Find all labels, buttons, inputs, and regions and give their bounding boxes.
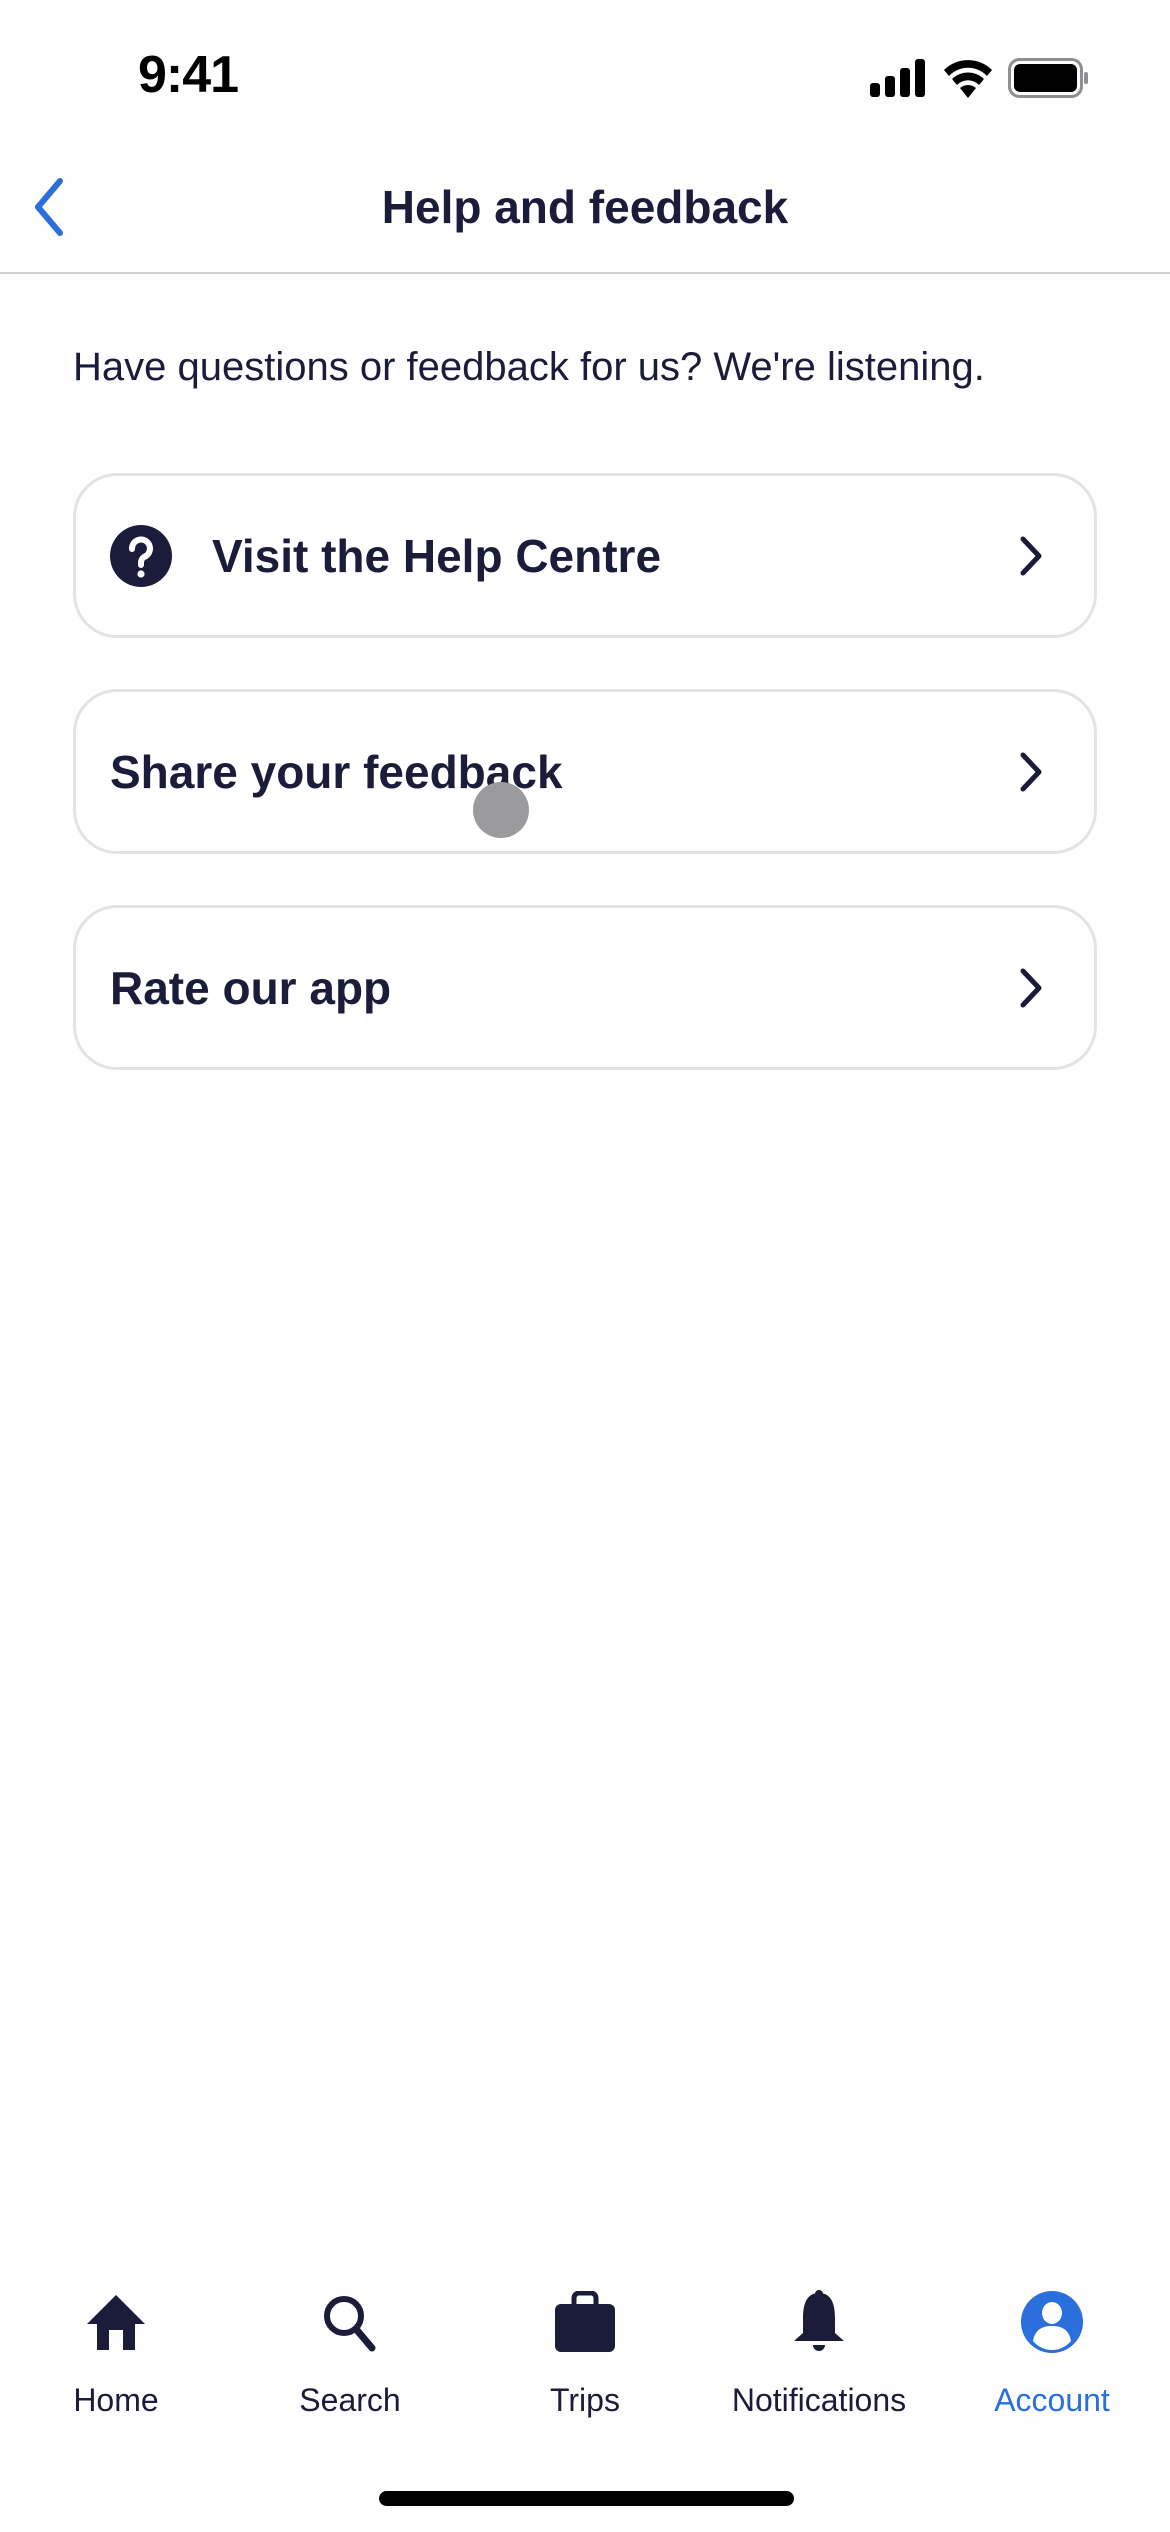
touch-indicator bbox=[473, 782, 529, 838]
tab-search[interactable]: Search bbox=[240, 2290, 460, 2419]
battery-icon bbox=[1008, 58, 1088, 98]
tab-account[interactable]: Account bbox=[942, 2290, 1162, 2419]
chevron-right-icon bbox=[1020, 968, 1042, 1007]
cellular-signal-icon bbox=[870, 59, 925, 97]
chevron-right-icon bbox=[1020, 536, 1042, 575]
tab-bar: Home Search Trips Notifications Account bbox=[0, 2290, 1170, 2440]
rate-app-button[interactable]: Rate our app bbox=[73, 905, 1097, 1070]
tab-label: Notifications bbox=[731, 2382, 907, 2418]
home-icon bbox=[87, 2295, 145, 2350]
visit-help-centre-button[interactable]: Visit the Help Centre bbox=[73, 473, 1097, 638]
tab-home[interactable]: Home bbox=[6, 2290, 226, 2419]
tab-label: Account bbox=[994, 2382, 1110, 2418]
search-icon bbox=[324, 2296, 376, 2352]
tab-label: Home bbox=[73, 2382, 159, 2418]
chevron-right-icon bbox=[1020, 752, 1042, 791]
tab-trips[interactable]: Trips bbox=[475, 2290, 695, 2419]
option-label: Rate our app bbox=[110, 961, 392, 1014]
header-divider bbox=[0, 272, 1170, 274]
account-icon bbox=[1021, 2291, 1083, 2353]
status-time: 9:41 bbox=[138, 46, 239, 104]
page-title: Help and feedback bbox=[381, 181, 789, 233]
tab-notifications[interactable]: Notifications bbox=[709, 2290, 929, 2419]
tab-label: Search bbox=[299, 2382, 401, 2418]
intro-text: Have questions or feedback for us? We're… bbox=[73, 345, 985, 389]
wifi-icon bbox=[944, 60, 992, 98]
share-feedback-button[interactable]: Share your feedback bbox=[73, 689, 1097, 854]
question-circle-icon bbox=[110, 524, 172, 587]
tab-label: Trips bbox=[550, 2382, 620, 2418]
option-label: Share your feedback bbox=[110, 745, 563, 798]
suitcase-icon bbox=[555, 2291, 615, 2352]
status-icons bbox=[870, 56, 1090, 100]
option-label: Visit the Help Centre bbox=[212, 529, 662, 582]
bell-icon bbox=[794, 2290, 844, 2351]
home-indicator bbox=[379, 2491, 794, 2506]
